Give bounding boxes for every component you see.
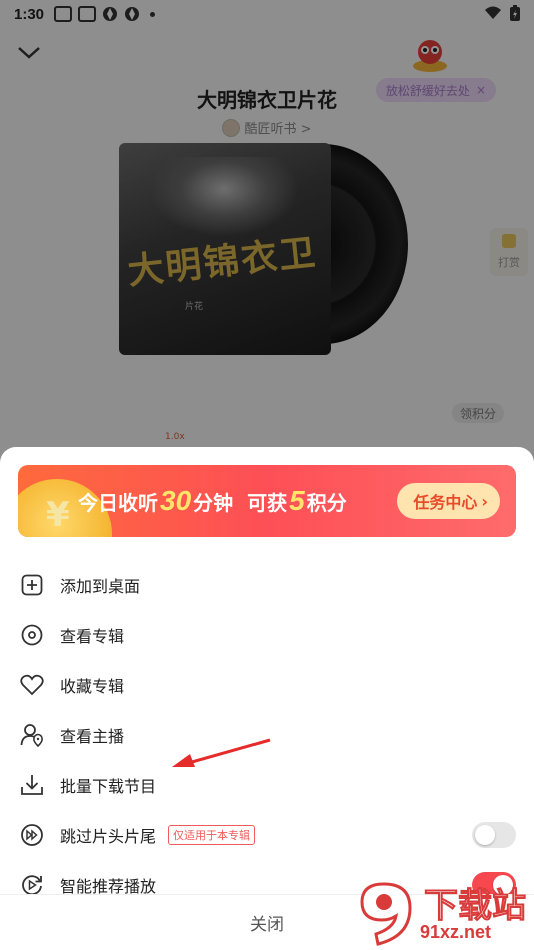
menu-item-label: 收藏专辑 <box>60 677 125 696</box>
heart-icon <box>20 673 44 697</box>
banner-points: 5 <box>289 485 305 516</box>
menu-item-label: 批量下载节目 <box>60 777 157 796</box>
download-icon <box>20 773 44 797</box>
task-center-button[interactable]: 任务中心 › <box>397 483 500 519</box>
menu-item-add-to-desktop[interactable]: 添加到桌面 <box>0 560 534 610</box>
options-menu: 添加到桌面 查看专辑 收藏专辑 查看主播 批量下载节目 跳过片头片尾 仅适用于本… <box>0 560 534 910</box>
banner-suffix: 积分 <box>306 492 347 515</box>
more-options-sheet: ¥ 今日收听 30 分钟 可获 5 积分 任务中心 › 添加到桌面 查看专辑 收… <box>0 447 534 950</box>
annotation-arrow-icon <box>172 738 271 767</box>
task-center-label: 任务中心 <box>413 493 478 512</box>
skip-icon <box>20 823 44 847</box>
menu-item-favorite-album[interactable]: 收藏专辑 <box>0 660 534 710</box>
site-watermark: 下载站 91xz.net <box>354 878 530 948</box>
listen-reward-banner[interactable]: ¥ 今日收听 30 分钟 可获 5 积分 任务中心 › <box>18 465 516 537</box>
banner-text: 今日收听 30 分钟 可获 5 积分 <box>78 465 347 537</box>
user-location-icon <box>20 723 44 747</box>
toggle-knob <box>475 825 495 845</box>
menu-item-view-album[interactable]: 查看专辑 <box>0 610 534 660</box>
menu-item-label: 跳过片头片尾 <box>60 827 157 846</box>
banner-mid: 分钟 <box>193 492 234 515</box>
menu-item-label: 添加到桌面 <box>60 577 141 596</box>
menu-item-label: 查看专辑 <box>60 627 125 646</box>
banner-minutes: 30 <box>160 485 192 516</box>
banner-gain: 可获 <box>247 492 288 515</box>
chevron-right-icon: › <box>481 491 488 511</box>
watermark-logo-icon <box>360 882 412 946</box>
banner-prefix: 今日收听 <box>78 492 158 515</box>
skip-intro-toggle[interactable] <box>472 822 516 848</box>
album-only-tag: 仅适用于本专辑 <box>168 825 256 845</box>
watermark-url: 91xz.net <box>420 922 492 942</box>
watermark-text: 下载站 <box>424 887 527 926</box>
disc-icon <box>20 623 44 647</box>
menu-item-label: 查看主播 <box>60 727 125 746</box>
menu-item-skip-intro-outro[interactable]: 跳过片头片尾 仅适用于本专辑 <box>0 810 534 860</box>
add-square-icon <box>20 573 44 597</box>
